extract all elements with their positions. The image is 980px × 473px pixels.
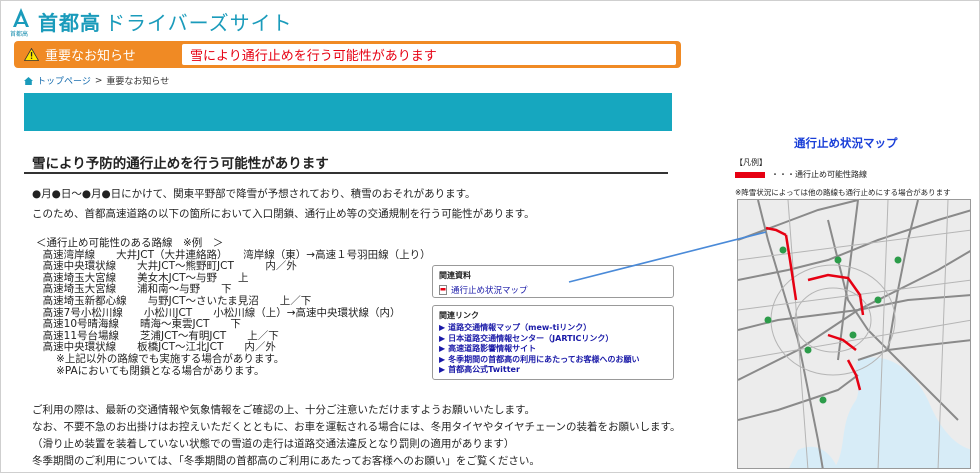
notice-message[interactable]: 雪により通行止めを行う可能性があります bbox=[182, 44, 676, 65]
triangle-bullet-icon: ▶ bbox=[439, 365, 446, 375]
route-item: 高速埼玉新都心線 与野JCT～さいたま見沼 上／下 bbox=[36, 294, 312, 307]
related-link-item[interactable]: ▶ 日本道路交通情報センター（JARTICリンク） bbox=[439, 334, 667, 345]
site-title-kanji: 首都高 bbox=[38, 10, 101, 35]
content-banner bbox=[24, 93, 672, 131]
site-header[interactable]: 首都高 首都高 ドライバーズサイト bbox=[10, 6, 293, 38]
pdf-icon bbox=[439, 285, 447, 295]
intro-paragraph-1: ●月●日～●月●日にかけて、関東平野部で降雪が予想されており、積雪のおそれがあり… bbox=[32, 188, 476, 200]
warning-icon bbox=[24, 48, 39, 61]
legend-row: ・・・通行止め可能性路線 bbox=[735, 169, 867, 180]
map-image bbox=[738, 200, 970, 468]
related-link-item[interactable]: ▶ 高速道路影響情報サイト bbox=[439, 344, 667, 355]
closing-paragraph-2: なお、不要不急のお出掛けはお控えいただくとともに、お車を運転される場合には、冬用… bbox=[32, 421, 681, 433]
map-heading: 通行止め状況マップ bbox=[794, 136, 898, 150]
page-title: 雪により予防的通行止めを行う可能性があります bbox=[32, 156, 329, 172]
related-links-title: 関連リンク bbox=[439, 311, 479, 320]
route-note: ※PAにおいても閉鎖となる場合があります。 bbox=[36, 364, 265, 377]
triangle-bullet-icon: ▶ bbox=[439, 333, 446, 343]
breadcrumb-separator: > bbox=[94, 75, 103, 86]
home-icon bbox=[24, 76, 33, 85]
related-link-item[interactable]: ▶ 首都高公式Twitter bbox=[439, 365, 667, 376]
route-item: 高速10号晴海線 晴海～東雲JCT 下 bbox=[36, 318, 241, 331]
site-title[interactable]: 首都高 ドライバーズサイト bbox=[38, 7, 293, 36]
related-links-list: ▶ 道路交通情報マップ（mew-tiリンク） ▶ 日本道路交通情報センター（JART… bbox=[439, 323, 667, 376]
notice-label: 重要なお知らせ bbox=[14, 45, 182, 64]
related-link-text[interactable]: 首都高公式Twitter bbox=[448, 365, 520, 376]
related-link-text[interactable]: 日本道路交通情報センター（JARTICリンク） bbox=[448, 334, 613, 345]
legend-title: 【凡例】 bbox=[735, 158, 767, 167]
closure-map-link[interactable]: 通行止め状況マップ bbox=[439, 284, 667, 296]
intro-paragraph-2: このため、首都高速道路の以下の箇所において入口閉鎖、通行止め等の交通規制を行う可… bbox=[32, 208, 535, 220]
related-link-item[interactable]: ▶ 道路交通情報マップ（mew-tiリンク） bbox=[439, 323, 667, 334]
logo-subtext: 首都高 bbox=[10, 31, 29, 38]
site-title-rest: ドライバーズサイト bbox=[105, 10, 293, 35]
route-list: ＜通行止め可能性のある路線 ※例 ＞ 高速湾岸線 大井JCT（大井連絡路） 湾岸… bbox=[36, 237, 431, 377]
route-note: ※上記以外の路線でも実施する場合があります。 bbox=[36, 352, 285, 365]
closing-paragraph-3: （滑り止め装置を装着していない状態での雪道の走行は道路交通法違反となり罰則の適用… bbox=[32, 438, 515, 450]
triangle-bullet-icon: ▶ bbox=[439, 344, 446, 354]
title-divider bbox=[24, 172, 668, 174]
related-links-box: 関連リンク ▶ 道路交通情報マップ（mew-tiリンク） ▶ 日本道路交通情報センタ… bbox=[432, 305, 674, 380]
breadcrumb-home-link[interactable]: トップページ bbox=[37, 74, 91, 87]
triangle-bullet-icon: ▶ bbox=[439, 354, 446, 364]
related-link-text[interactable]: 道路交通情報マップ（mew-tiリンク） bbox=[448, 323, 591, 334]
related-link-item[interactable]: ▶ 冬季期間の首都高の利用にあたってお客様へのお願い bbox=[439, 355, 667, 366]
closing-paragraph-1: ご利用の際は、最新の交通情報や気象情報をご確認の上、十分ご注意いただけますようお… bbox=[32, 404, 535, 416]
legend-red-swatch bbox=[735, 171, 765, 178]
important-notice-bar: 重要なお知らせ 雪により通行止めを行う可能性があります bbox=[14, 41, 681, 68]
closure-status-map[interactable] bbox=[737, 199, 971, 469]
legend-text: ・・・通行止め可能性路線 bbox=[771, 170, 867, 179]
notice-label-text: 重要なお知らせ bbox=[45, 49, 136, 64]
breadcrumb-current: 重要なお知らせ bbox=[106, 77, 170, 87]
shutoko-logo-icon[interactable]: 首都高 bbox=[10, 7, 32, 38]
related-link-text[interactable]: 冬季期間の首都高の利用にあたってお客様へのお願い bbox=[448, 355, 639, 366]
related-docs-box: 関連資料 通行止め状況マップ bbox=[432, 265, 674, 298]
related-link-text[interactable]: 高速道路影響情報サイト bbox=[448, 344, 536, 355]
triangle-bullet-icon: ▶ bbox=[439, 323, 446, 332]
closure-map-link-text[interactable]: 通行止め状況マップ bbox=[451, 284, 528, 296]
route-list-header: ＜通行止め可能性のある路線 ※例 ＞ bbox=[36, 237, 224, 249]
breadcrumb: トップページ > 重要なお知らせ bbox=[24, 74, 169, 87]
related-docs-title: 関連資料 bbox=[439, 271, 471, 280]
legend-note: ※降雪状況によっては他の路線も通行止めにする場合があります bbox=[735, 188, 951, 197]
closing-paragraph-4: 冬季期間のご利用については、「冬季期間の首都高のご利用にあたってお客様へのお願い… bbox=[32, 455, 540, 467]
